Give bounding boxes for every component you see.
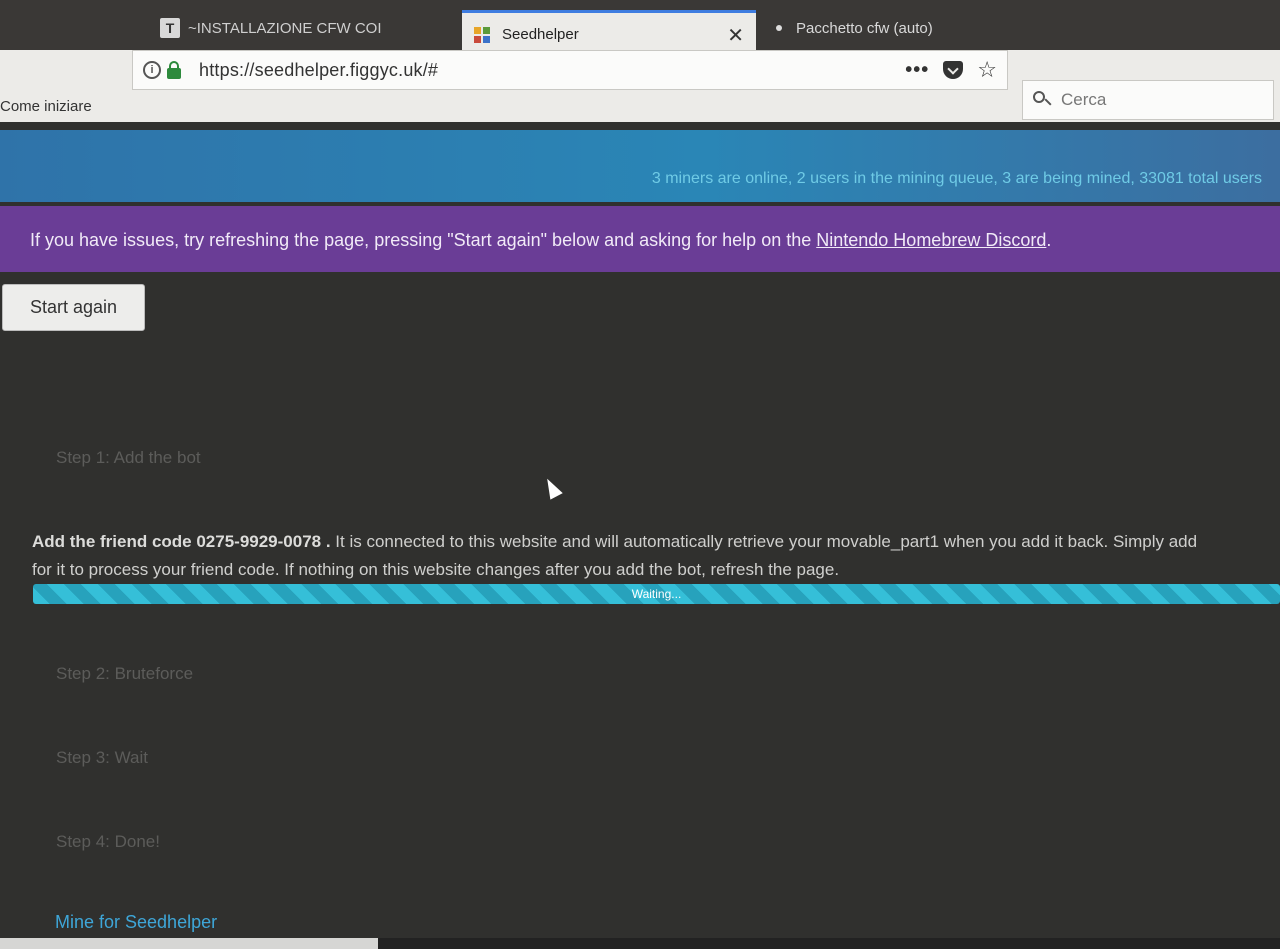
step-4-title[interactable]: Step 4: Done! [56, 832, 160, 852]
lock-icon[interactable] [167, 61, 181, 79]
alert-prefix: If you have issues, try refreshing the p… [30, 230, 817, 250]
progress-label: Waiting... [631, 587, 682, 601]
close-icon[interactable]: ✕ [727, 23, 744, 48]
step-1-line1: It is connected to this website and will… [330, 532, 1198, 551]
stats-bar: 3 miners are online, 2 users in the mini… [0, 130, 1280, 202]
tab-label: Seedhelper [502, 26, 579, 43]
tab-label: Pacchetto cfw (auto) [796, 19, 933, 37]
stats-text: 3 miners are online, 2 users in the mini… [651, 170, 1262, 187]
search-placeholder: Cerca [1061, 90, 1107, 109]
alert-text: If you have issues, try refreshing the p… [30, 230, 1051, 251]
page-content: 3 miners are online, 2 users in the mini… [0, 122, 1280, 949]
dot-favicon-icon [776, 25, 782, 31]
tab-installazione[interactable]: T ~INSTALLAZIONE CFW COI [160, 8, 400, 48]
tab-bar: T ~INSTALLAZIONE CFW COI Seedhelper ✕ Pa… [0, 0, 1280, 56]
taskbar [0, 938, 1280, 949]
nav-bar: i https://seedhelper.figgyc.uk/# ••• ☆ C… [0, 50, 1280, 122]
tab-label: ~INSTALLAZIONE CFW COI [188, 19, 382, 37]
mouse-cursor-icon [541, 475, 563, 500]
url-actions: ••• ☆ [905, 59, 997, 81]
step-1-title[interactable]: Step 1: Add the bot [56, 448, 201, 468]
bookmark-star-icon[interactable]: ☆ [977, 59, 997, 81]
seedhelper-favicon-icon [474, 26, 490, 43]
waiting-progress-bar: Waiting... [33, 584, 1280, 604]
step-3-title[interactable]: Step 3: Wait [56, 748, 148, 768]
t-favicon-icon: T [160, 18, 180, 38]
start-again-button[interactable]: Start again [2, 284, 145, 331]
more-options-icon[interactable]: ••• [905, 60, 929, 80]
tab-pacchetto[interactable]: Pacchetto cfw (auto) [776, 8, 1016, 48]
url-text[interactable]: https://seedhelper.figgyc.uk/# [199, 60, 438, 81]
search-input[interactable]: Cerca [1022, 80, 1274, 120]
alert-bar: If you have issues, try refreshing the p… [0, 206, 1280, 272]
discord-link[interactable]: Nintendo Homebrew Discord [816, 230, 1046, 250]
mine-for-seedhelper-link[interactable]: Mine for Seedhelper [55, 912, 217, 933]
step-1-description: Add the friend code 0275-9929-0078 . It … [32, 528, 1280, 584]
pocket-icon[interactable] [943, 61, 964, 79]
taskbar-search-area[interactable] [0, 938, 378, 949]
url-bar[interactable]: i https://seedhelper.figgyc.uk/# ••• ☆ [132, 50, 1008, 90]
search-icon [1033, 91, 1051, 109]
friend-code-text: Add the friend code 0275-9929-0078 . [32, 532, 331, 551]
alert-suffix: . [1046, 230, 1052, 250]
step-1-line2: for it to process your friend code. If n… [32, 560, 840, 579]
step-2-title[interactable]: Step 2: Bruteforce [56, 664, 193, 684]
info-icon[interactable]: i [143, 61, 161, 79]
bookmark-come-iniziare[interactable]: Come iniziare [0, 98, 92, 115]
